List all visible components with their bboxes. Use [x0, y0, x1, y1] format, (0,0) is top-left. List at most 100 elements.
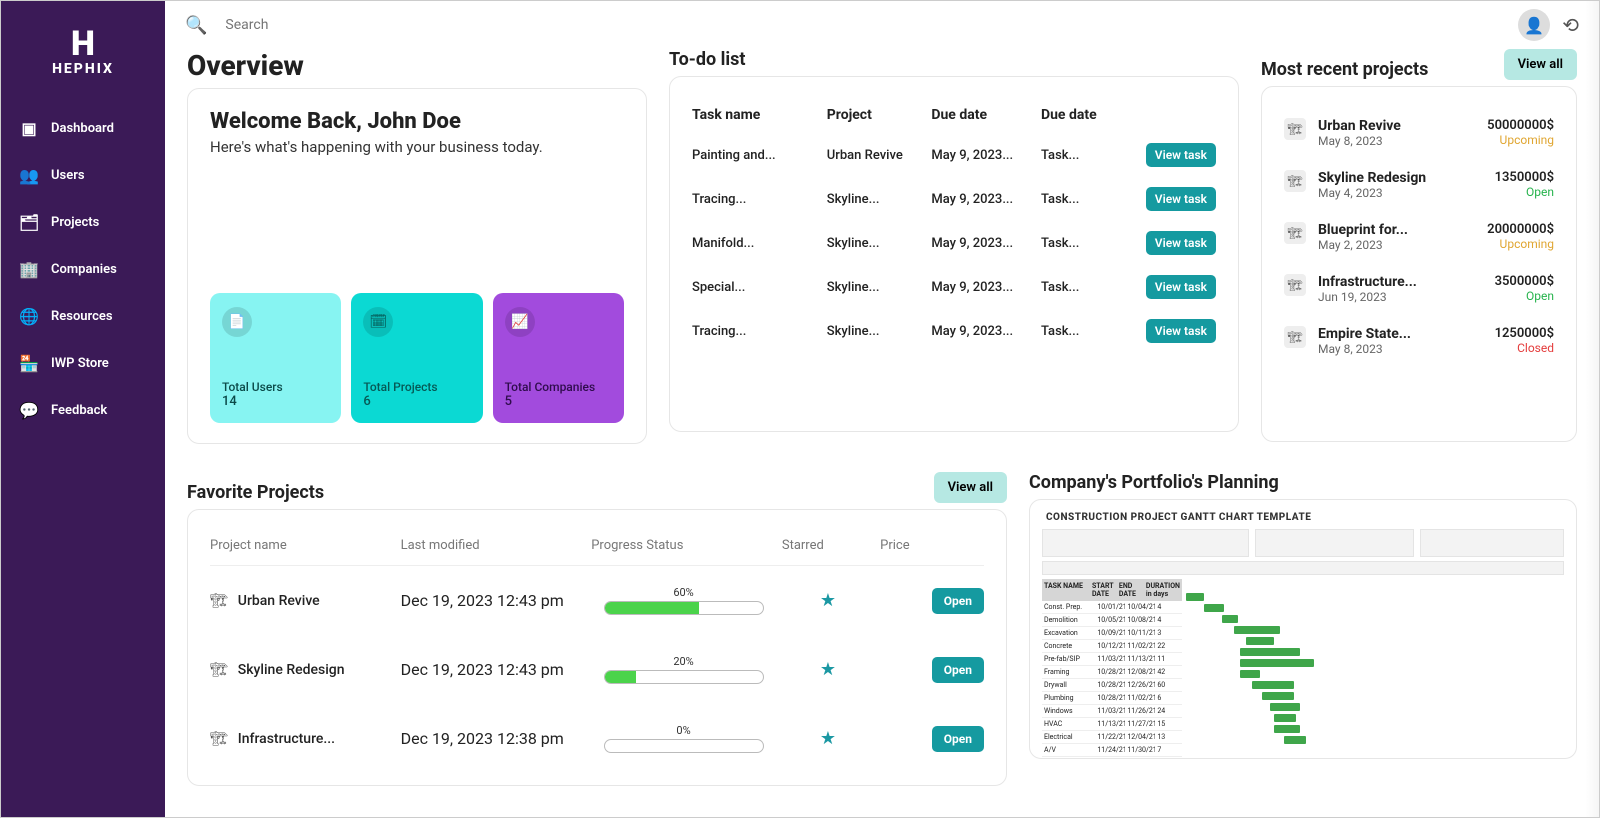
recent-amount: 50000000$ [1487, 118, 1554, 133]
gantt-bar [1240, 670, 1260, 678]
fav-col-header: Last modified [401, 538, 586, 553]
nav-icon: 👥 [19, 166, 39, 185]
nav-icon: 🏪 [19, 354, 39, 373]
stat-card[interactable]: 📈Total Companies5 [493, 293, 624, 423]
sidebar-item-iwp-store[interactable]: 🏪IWP Store [1, 340, 165, 387]
brand-name: HEPHIX [1, 61, 165, 77]
star-icon[interactable]: ★ [782, 590, 874, 611]
view-task-button[interactable]: View task [1146, 143, 1216, 167]
sidebar-item-projects[interactable]: 🗂 Projects [1, 199, 165, 246]
gantt-bar [1270, 703, 1300, 711]
todo-project: Skyline... [827, 280, 928, 295]
gantt-bar [1274, 714, 1296, 722]
progress-pct: 20% [673, 655, 693, 668]
recent-date: May 4, 2023 [1318, 186, 1483, 200]
gantt-bar [1234, 626, 1280, 634]
todo-row: Painting and...Urban ReviveMay 9, 2023..… [692, 133, 1216, 177]
todo-due: May 9, 2023... [931, 236, 1037, 251]
search-icon: 🔍 [185, 15, 207, 36]
fav-col-header: Starred [782, 538, 874, 553]
todo-due: May 9, 2023... [931, 324, 1037, 339]
recent-date: May 2, 2023 [1318, 238, 1475, 252]
view-task-button[interactable]: View task [1146, 187, 1216, 211]
sidebar-item-users[interactable]: 👥Users [1, 152, 165, 199]
gantt-task-row: HVAC11/13/2111/27/2115 [1042, 718, 1182, 731]
favorites-title: Favorite Projects [187, 482, 324, 503]
fav-modified: Dec 19, 2023 12:43 pm [401, 591, 586, 610]
view-task-button[interactable]: View task [1146, 275, 1216, 299]
project-icon: 🏗 [1284, 118, 1306, 140]
todo-task: Tracing... [692, 324, 823, 339]
content-scroll: Overview Welcome Back, John Doe Here's w… [165, 49, 1599, 796]
recent-amount: 20000000$ [1487, 222, 1554, 237]
todo-title: To-do list [669, 49, 746, 70]
recent-amount: 1250000$ [1495, 326, 1554, 341]
favorite-row: 🏗Skyline RedesignDec 19, 2023 12:43 pm20… [210, 635, 984, 704]
gantt-bar [1204, 604, 1224, 612]
favorite-row: 🏗Urban ReviveDec 19, 2023 12:43 pm60%★Op… [210, 566, 984, 635]
todo-due2: Task... [1041, 192, 1121, 207]
gantt-table: TASK NAMESTART DATEEND DATEDURATION in d… [1042, 579, 1182, 759]
favorites-viewall-button[interactable]: View all [934, 472, 1007, 503]
gantt-task-row: Pre-fab/SIP11/03/2111/13/2111 [1042, 653, 1182, 666]
sidebar-item-resources[interactable]: 🌐 Resources [1, 293, 165, 340]
recent-status: Open [1495, 289, 1554, 303]
open-project-button[interactable]: Open [932, 657, 984, 683]
recent-project-item[interactable]: 🏗Blueprint for...May 2, 202320000000$Upc… [1284, 211, 1554, 263]
nav-icon: 🏢 [19, 260, 39, 279]
user-avatar[interactable]: 👤 [1518, 9, 1550, 41]
recent-project-item[interactable]: 🏗Empire State...May 8, 20231250000$Close… [1284, 315, 1554, 367]
open-project-button[interactable]: Open [932, 726, 984, 752]
todo-due: May 9, 2023... [931, 192, 1037, 207]
gantt-task-row: Electrical11/22/2112/04/2113 [1042, 731, 1182, 744]
sidebar-item-companies[interactable]: 🏢 Companies [1, 246, 165, 293]
todo-due2: Task... [1041, 324, 1121, 339]
search-input[interactable] [219, 11, 1506, 39]
recent-project-item[interactable]: 🏗Infrastructure...Jun 19, 20233500000$Op… [1284, 263, 1554, 315]
star-icon[interactable]: ★ [782, 728, 874, 749]
overview-card: Welcome Back, John Doe Here's what's hap… [187, 88, 647, 444]
recent-project-item[interactable]: 🏗Skyline RedesignMay 4, 20231350000$Open [1284, 159, 1554, 211]
brand-logo: H HEPHIX [1, 13, 165, 105]
todo-due: May 9, 2023... [931, 148, 1037, 163]
nav-label: Feedback [51, 403, 107, 418]
gantt-col-header: TASK NAME [1042, 579, 1090, 601]
sidebar-item-feedback[interactable]: 💬 Feedback [1, 387, 165, 434]
todo-col-header: Due date [931, 107, 1037, 123]
nav-label: Projects [51, 215, 99, 230]
todo-project: Skyline... [827, 192, 928, 207]
recent-viewall-button[interactable]: View all [1504, 49, 1577, 80]
welcome-title: Welcome Back, John Doe [210, 109, 624, 134]
recent-amount: 3500000$ [1495, 274, 1554, 289]
nav-label: Resources [51, 309, 113, 324]
fav-col-header: Price [880, 538, 984, 553]
todo-due2: Task... [1041, 280, 1121, 295]
project-icon: 🏗 [1284, 170, 1306, 192]
favorite-row: 🏗Infrastructure...Dec 19, 2023 12:38 pm0… [210, 704, 984, 773]
gantt-task-row: Windows11/03/2111/26/2124 [1042, 705, 1182, 718]
stat-card[interactable]: 🗓Total Projects6 [351, 293, 482, 423]
sidebar-item-dashboard[interactable]: ▣Dashboard [1, 105, 165, 152]
stat-icon: 🗓 [363, 307, 393, 337]
gantt-task-row: Excavation10/09/2110/11/213 [1042, 627, 1182, 640]
stat-card[interactable]: 📄Total Users14 [210, 293, 341, 423]
recent-date: May 8, 2023 [1318, 342, 1483, 356]
open-project-button[interactable]: Open [932, 588, 984, 614]
nav-icon: 🗂 [19, 213, 39, 232]
star-icon[interactable]: ★ [782, 659, 874, 680]
todo-card: Task nameProjectDue dateDue date Paintin… [669, 76, 1239, 432]
nav-label: Companies [51, 262, 117, 277]
view-task-button[interactable]: View task [1146, 319, 1216, 343]
progress-bar [604, 670, 764, 684]
nav-icon: 🌐 [19, 307, 39, 326]
progress-wrap: 60% [591, 586, 776, 615]
todo-row: Manifold...Skyline...May 9, 2023...Task.… [692, 221, 1216, 265]
refresh-icon[interactable]: ⟲ [1562, 13, 1579, 37]
nav-icon: 💬 [19, 401, 39, 420]
view-task-button[interactable]: View task [1146, 231, 1216, 255]
portfolio-card: CONSTRUCTION PROJECT GANTT CHART TEMPLAT… [1029, 499, 1577, 759]
gantt-bar [1246, 637, 1274, 645]
todo-due: May 9, 2023... [931, 280, 1037, 295]
recent-project-item[interactable]: 🏗Urban ReviveMay 8, 202350000000$Upcomin… [1284, 107, 1554, 159]
fav-project-name: 🏗Skyline Redesign [210, 662, 395, 678]
